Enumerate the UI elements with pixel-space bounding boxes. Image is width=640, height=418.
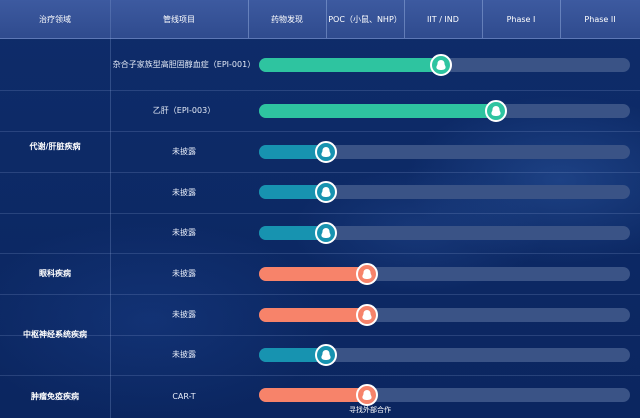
project-name: 未披露 — [172, 309, 196, 319]
project-name: 未披露 — [172, 350, 196, 359]
project-name: CAR-T — [172, 391, 196, 401]
header-phase-2: Phase II — [584, 14, 616, 24]
header-iit-ind: IIT / IND — [427, 14, 459, 24]
pipeline-marker-icon — [314, 222, 337, 244]
grid-line — [560, 0, 561, 38]
grid-line — [326, 0, 327, 38]
progress-track — [259, 384, 630, 406]
partnership-note: 寻找外部合作 — [349, 406, 391, 414]
project-name: 未披露 — [172, 228, 196, 237]
header-poc: POC（小鼠、NHP） — [328, 14, 402, 24]
pipeline-marker-icon — [355, 384, 378, 406]
progress-fill — [259, 104, 497, 118]
progress-track — [259, 141, 630, 163]
area-metabolic-liver: 代谢/肝脏疾病 — [29, 141, 81, 151]
progress-track — [259, 54, 630, 76]
project-name: 杂合子家族型高胆固醇血症（EPI-001） — [112, 60, 256, 69]
progress-track — [259, 222, 630, 244]
progress-track — [259, 263, 630, 285]
progress-track — [259, 344, 630, 366]
header-drug-discovery: 药物发现 — [271, 14, 303, 24]
table-header: 治疗领域 管线项目 药物发现 POC（小鼠、NHP） IIT / IND Pha… — [0, 0, 640, 39]
progress-track — [259, 100, 630, 122]
progress-fill — [259, 58, 441, 72]
project-name: 未披露 — [172, 146, 196, 156]
pipeline-marker-icon — [429, 54, 452, 76]
grid-line — [482, 0, 483, 38]
pipeline-marker-icon — [314, 181, 337, 203]
project-name: 乙肝（EPI-003） — [152, 105, 216, 115]
area-cns: 中枢神经系统疾病 — [23, 330, 87, 339]
grid-line — [248, 0, 249, 38]
header-phase-1: Phase I — [506, 14, 536, 24]
pipeline-marker-icon — [314, 344, 337, 366]
progress-track — [259, 181, 630, 203]
progress-fill — [259, 388, 367, 402]
project-name: 未披露 — [172, 187, 196, 197]
pipeline-marker-icon — [355, 263, 378, 285]
header-therapeutic-area: 治疗领域 — [39, 14, 71, 24]
area-immuno-oncology: 肿瘤免疫疾病 — [31, 392, 79, 401]
progress-fill — [259, 308, 367, 322]
progress-track — [259, 304, 630, 326]
pipeline-marker-icon — [355, 304, 378, 326]
grid-line — [404, 0, 405, 38]
pipeline-marker-icon — [314, 141, 337, 163]
project-name: 未披露 — [172, 268, 196, 278]
header-pipeline-project: 管线项目 — [163, 14, 195, 24]
area-ophthalmology: 眼科疾病 — [39, 269, 71, 278]
progress-fill — [259, 267, 367, 281]
